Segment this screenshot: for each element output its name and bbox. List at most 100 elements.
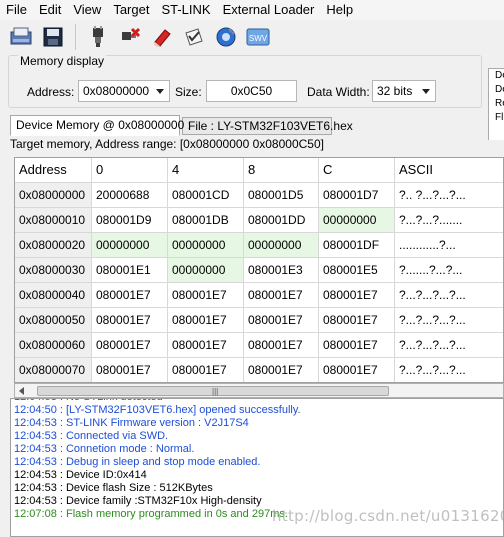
menu-file[interactable]: File — [0, 0, 33, 20]
column-header-4[interactable]: 4 — [168, 158, 244, 183]
log-line: 12:04:53 : Connected via SWD. — [14, 430, 169, 442]
memory-cell[interactable]: 00000000 — [168, 233, 244, 258]
address-label: Address: — [27, 85, 75, 99]
menu-help[interactable]: Help — [320, 0, 359, 20]
ascii-cell[interactable]: ?...?...?...?... — [395, 308, 503, 333]
data-width-label: Data Width: — [307, 85, 370, 99]
horizontal-scrollbar[interactable]: ||| — [14, 383, 504, 398]
memory-cell[interactable]: 080001E7 — [92, 358, 168, 382]
erase-icon[interactable] — [149, 24, 175, 50]
table-row: 0x08000060 080001E7 080001E7 080001E7 080001… — [15, 333, 503, 358]
menu-st-link[interactable]: ST-LINK — [155, 0, 216, 20]
settings-icon[interactable] — [213, 24, 239, 50]
row-address-cell[interactable]: 0x08000010 — [15, 208, 92, 233]
column-header-8[interactable]: 8 — [244, 158, 319, 183]
device-info-panel: De De Re Fl — [488, 68, 504, 140]
menu-view[interactable]: View — [67, 0, 107, 20]
column-header-c[interactable]: C — [319, 158, 395, 183]
data-width-select[interactable]: 32 bits — [372, 80, 436, 102]
memory-cell[interactable]: 00000000 — [319, 208, 395, 233]
ascii-cell[interactable]: ............?... — [395, 233, 503, 258]
address-value: 0x08000000 — [83, 84, 150, 98]
disconnect-icon[interactable] — [117, 24, 143, 50]
tab-file[interactable]: File : LY-STM32F103VET6.hex — [182, 117, 353, 135]
memory-cell[interactable]: 080001E5 — [319, 258, 395, 283]
swv-icon-label: SWV — [249, 34, 268, 43]
memory-cell[interactable]: 080001E7 — [244, 358, 319, 382]
memory-cell[interactable]: 080001E1 — [92, 258, 168, 283]
table-row: 0x08000000 20000688 080001CD 080001D5 080001… — [15, 183, 503, 208]
row-address-cell[interactable]: 0x08000000 — [15, 183, 92, 208]
chevron-down-icon[interactable] — [422, 89, 430, 94]
memory-cell[interactable]: 080001E7 — [92, 283, 168, 308]
row-address-cell[interactable]: 0x08000050 — [15, 308, 92, 333]
device-info-item: De — [495, 84, 504, 95]
memory-cell[interactable]: 080001D5 — [244, 183, 319, 208]
open-file-icon[interactable] — [8, 24, 34, 50]
memory-cell[interactable]: 080001E7 — [244, 308, 319, 333]
row-address-cell[interactable]: 0x08000070 — [15, 358, 92, 382]
column-header-ascii[interactable]: ASCII — [395, 158, 503, 183]
memory-cell[interactable]: 080001D7 — [319, 183, 395, 208]
log-line: 12:04:53 : Debug in sleep and stop mode … — [14, 456, 261, 468]
memory-cell[interactable]: 080001DD — [244, 208, 319, 233]
ascii-cell[interactable]: ?...?...?...?... — [395, 283, 503, 308]
memory-cell[interactable]: 080001E7 — [92, 308, 168, 333]
memory-cell[interactable]: 080001E7 — [319, 358, 395, 382]
row-address-cell[interactable]: 0x08000040 — [15, 283, 92, 308]
chevron-down-icon[interactable] — [156, 89, 164, 94]
column-header-address[interactable]: Address — [15, 158, 92, 183]
memory-cell[interactable]: 080001CD — [168, 183, 244, 208]
memory-cell[interactable]: 080001DB — [168, 208, 244, 233]
memory-cell[interactable]: 080001E7 — [319, 283, 395, 308]
memory-cell[interactable]: 00000000 — [92, 233, 168, 258]
address-combobox[interactable]: 0x08000000 — [78, 80, 170, 102]
device-info-item: De — [495, 70, 504, 81]
memory-cell[interactable]: 080001E3 — [244, 258, 319, 283]
ascii-cell[interactable]: ?...?...?...?... — [395, 358, 503, 382]
memory-cell[interactable]: 080001D9 — [92, 208, 168, 233]
log-line: 12:04:53 : ST-LINK Firmware version : V2… — [14, 417, 249, 429]
save-icon[interactable] — [40, 24, 66, 50]
row-address-cell[interactable]: 0x08000030 — [15, 258, 92, 283]
memory-cell[interactable]: 080001E7 — [168, 358, 244, 382]
tab-device-memory[interactable]: Device Memory @ 0x08000000 : — [10, 115, 191, 136]
memory-cell[interactable]: 20000688 — [92, 183, 168, 208]
memory-cell[interactable]: 00000000 — [244, 233, 319, 258]
swv-icon[interactable]: SWV — [245, 24, 271, 50]
memory-cell[interactable]: 00000000 — [168, 258, 244, 283]
memory-cell[interactable]: 080001E7 — [168, 283, 244, 308]
table-row: 0x08000050 080001E7 080001E7 080001E7 080001… — [15, 308, 503, 333]
log-line: 12:04:53 : Device ID:0x414 — [14, 469, 147, 481]
ascii-cell[interactable]: ?...?...?....... — [395, 208, 503, 233]
menu-edit[interactable]: Edit — [33, 0, 67, 20]
memory-cell[interactable]: 080001E7 — [319, 333, 395, 358]
column-header-0[interactable]: 0 — [92, 158, 168, 183]
grid-header-row: Address 0 4 8 C ASCII — [15, 158, 503, 183]
memory-cell[interactable]: 080001E7 — [244, 283, 319, 308]
menu-external-loader[interactable]: External Loader — [217, 0, 321, 20]
ascii-cell[interactable]: ?...?...?...?... — [395, 333, 503, 358]
memory-cell[interactable]: 080001E7 — [92, 333, 168, 358]
ascii-cell[interactable]: ?.......?...?... — [395, 258, 503, 283]
scrollbar-grip: ||| — [212, 387, 219, 396]
memory-cell[interactable]: 080001E7 — [168, 308, 244, 333]
row-address-cell[interactable]: 0x08000020 — [15, 233, 92, 258]
connect-icon[interactable] — [85, 24, 111, 50]
ascii-cell[interactable]: ?.. ?...?...?... — [395, 183, 503, 208]
log-line: 12:04:53 : Connetion mode : Normal. — [14, 443, 195, 455]
memory-cell[interactable]: 080001E7 — [244, 333, 319, 358]
scrollbar-thumb[interactable]: ||| — [37, 386, 389, 396]
program-verify-icon[interactable] — [181, 24, 207, 50]
table-row: 0x08000040 080001E7 080001E7 080001E7 080001… — [15, 283, 503, 308]
toolbar: SWV — [0, 20, 504, 54]
scroll-left-icon[interactable] — [19, 387, 24, 395]
menu-target[interactable]: Target — [107, 0, 155, 20]
target-range-label: Target memory, Address range: [0x0800000… — [10, 137, 324, 151]
size-field[interactable]: 0x0C50 — [206, 80, 297, 102]
memory-cell[interactable]: 080001E7 — [319, 308, 395, 333]
row-address-cell[interactable]: 0x08000060 — [15, 333, 92, 358]
device-info-item: Re — [495, 98, 504, 109]
memory-cell[interactable]: 080001E7 — [168, 333, 244, 358]
memory-cell[interactable]: 080001DF — [319, 233, 395, 258]
